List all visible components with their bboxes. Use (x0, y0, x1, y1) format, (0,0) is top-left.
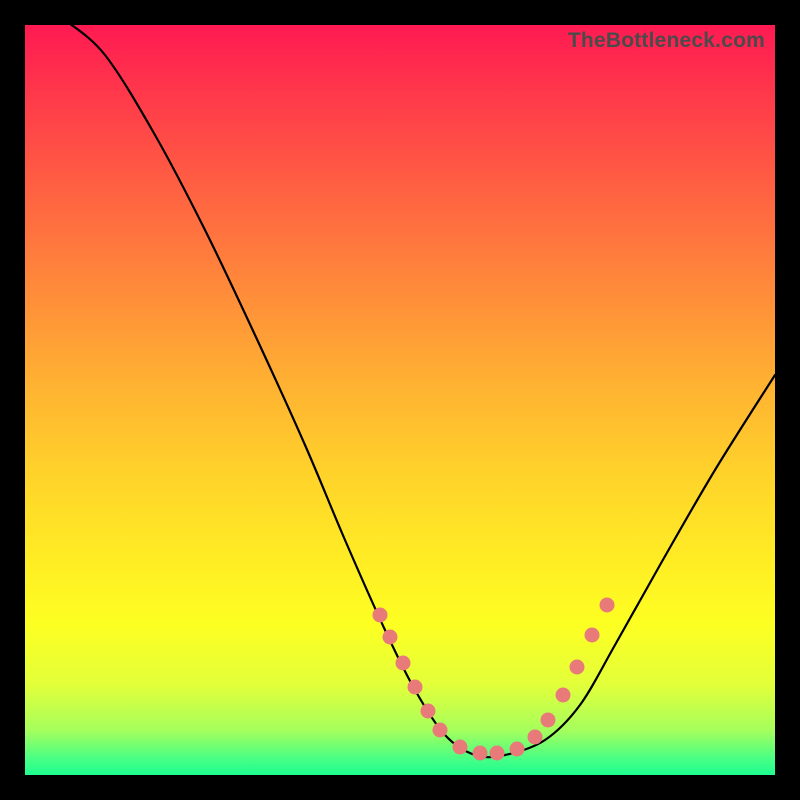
chart-svg (25, 25, 775, 775)
curve-dot (541, 713, 556, 728)
curve-dot (510, 742, 525, 757)
curve-dot (383, 630, 398, 645)
curve-dot (556, 688, 571, 703)
bottleneck-curve (65, 20, 775, 757)
curve-dot (421, 704, 436, 719)
curve-dot (585, 628, 600, 643)
curve-dot (600, 598, 615, 613)
curve-dot (490, 746, 505, 761)
curve-dot (473, 746, 488, 761)
curve-dot (396, 656, 411, 671)
chart-plot-area: TheBottleneck.com (25, 25, 775, 775)
curve-dot (433, 723, 448, 738)
curve-dot (408, 680, 423, 695)
curve-dot (453, 740, 468, 755)
curve-dot (528, 730, 543, 745)
curve-dot (373, 608, 388, 623)
curve-dot (570, 660, 585, 675)
